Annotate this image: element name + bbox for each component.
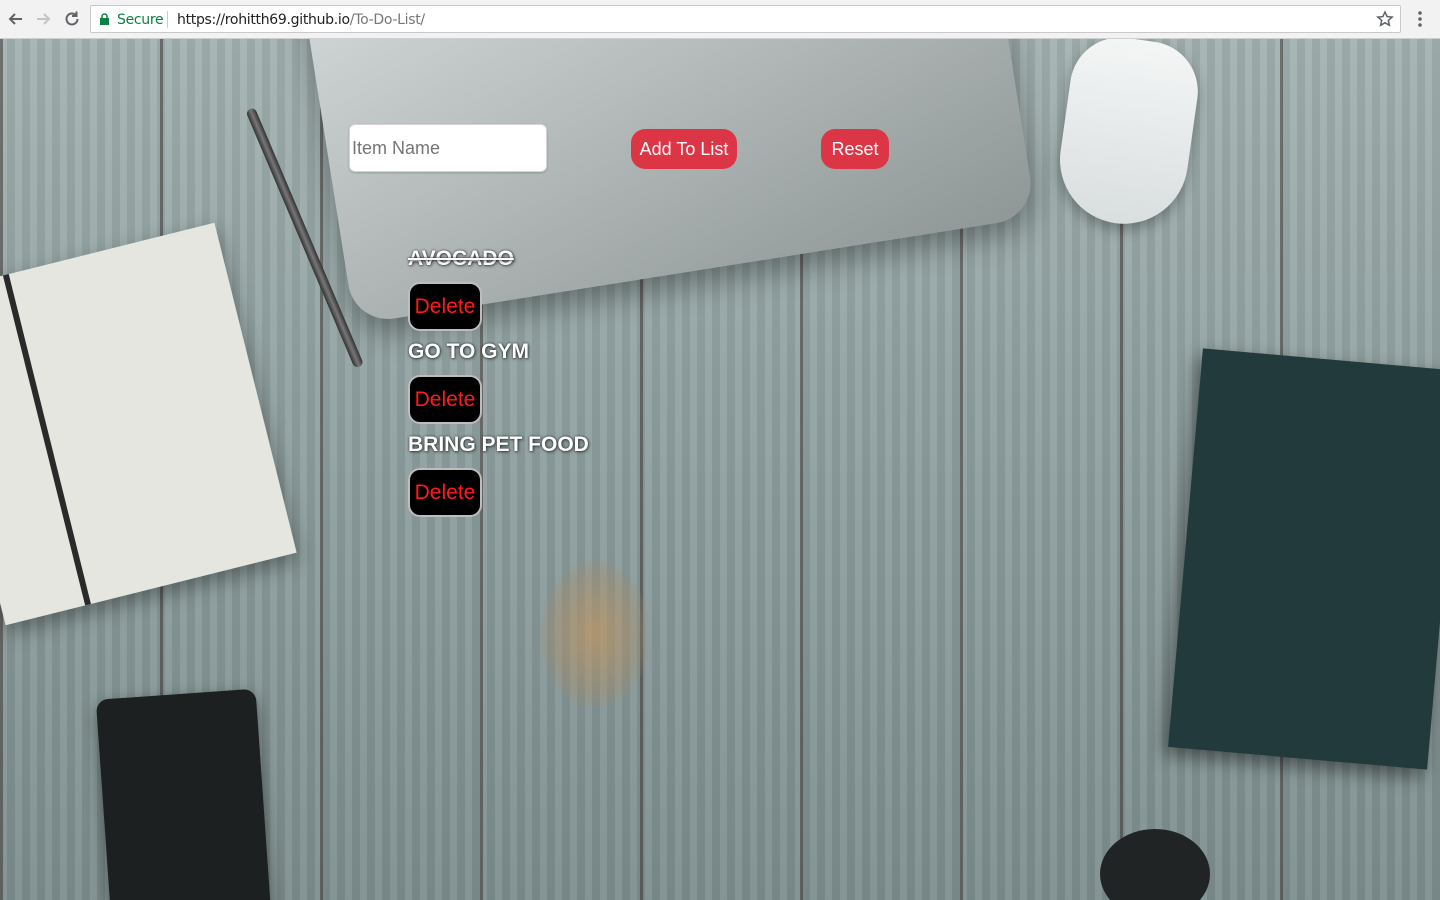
lens-image bbox=[1100, 829, 1210, 900]
menu-dots-icon[interactable] bbox=[1412, 9, 1428, 29]
address-bar[interactable]: Secure https://rohitth69.github.io/To-Do… bbox=[90, 5, 1401, 33]
notebook-image bbox=[0, 222, 297, 626]
todo-item-text[interactable]: BRING PET FOOD bbox=[408, 432, 589, 458]
wood-knot bbox=[540, 559, 650, 709]
bookmark-star-icon[interactable] bbox=[1376, 10, 1394, 28]
forward-icon[interactable] bbox=[31, 7, 55, 31]
divider bbox=[167, 11, 168, 28]
reload-icon[interactable] bbox=[60, 7, 84, 31]
phone-image bbox=[95, 688, 273, 900]
url-text[interactable]: https://rohitth69.github.io/To-Do-List/ bbox=[177, 12, 425, 28]
todo-item-text[interactable]: GO TO GYM bbox=[408, 339, 529, 365]
delete-button[interactable]: Delete bbox=[408, 468, 482, 517]
delete-button[interactable]: Delete bbox=[408, 282, 482, 331]
url-host: https://rohitth69.github.io bbox=[177, 12, 350, 28]
mouse-image bbox=[1051, 39, 1205, 233]
book-image bbox=[1168, 348, 1440, 770]
back-icon[interactable] bbox=[4, 7, 28, 31]
secure-label: Secure bbox=[117, 12, 164, 28]
todo-item-text[interactable]: AVOCADO bbox=[408, 246, 514, 272]
browser-toolbar: Secure https://rohitth69.github.io/To-Do… bbox=[0, 0, 1440, 39]
add-to-list-button[interactable]: Add To List bbox=[631, 129, 737, 169]
laptop-image bbox=[300, 39, 1037, 325]
delete-button[interactable]: Delete bbox=[408, 375, 482, 424]
url-path: /To-Do-List/ bbox=[349, 12, 425, 28]
lock-icon bbox=[100, 13, 109, 25]
item-name-input[interactable] bbox=[349, 124, 547, 172]
reset-button[interactable]: Reset bbox=[821, 129, 889, 169]
